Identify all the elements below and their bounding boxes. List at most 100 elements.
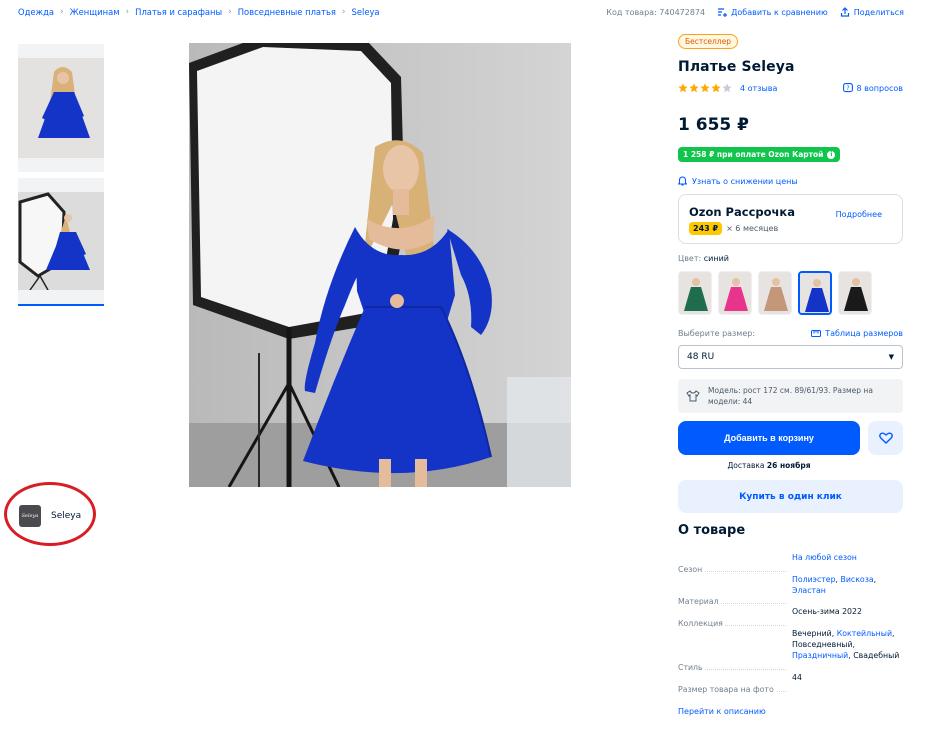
spec-value-line: Осень-зима 2022 — [792, 606, 903, 617]
spec-value-link[interactable]: На любой сезон — [792, 553, 857, 562]
questions-link[interactable]: ? 8 вопросов — [842, 83, 903, 93]
color-value: синий — [703, 254, 729, 263]
installments-more-link[interactable]: Подробнее — [836, 210, 882, 219]
bell-icon — [678, 176, 687, 186]
chevron-right-icon: › — [341, 7, 346, 17]
spec-key-label: Материал — [678, 597, 721, 606]
spec-value: Вечерний, Коктейльный, Повседневный, Празд… — [792, 628, 903, 672]
size-selected-value: 48 RU — [687, 352, 715, 362]
spec-value: На любой сезон — [792, 552, 903, 574]
thumbnail-list — [18, 44, 104, 312]
compare-icon — [718, 8, 728, 17]
star-icon — [700, 83, 710, 93]
breadcrumb: Одежда › Женщинам › Платья и сарафаны › … — [18, 7, 380, 17]
model-note-line-2: модели: 44 — [708, 397, 753, 406]
spec-value: Осень-зима 2022 — [792, 606, 903, 628]
color-swatches — [678, 271, 903, 315]
breadcrumb-item[interactable]: Seleya — [352, 7, 380, 17]
size-label: Выберите размер: — [678, 329, 756, 338]
thumbnail-photo — [18, 58, 104, 158]
svg-text:?: ? — [846, 85, 849, 92]
installment-term: × 6 месяцев — [726, 224, 779, 233]
spec-value-line: Полиэстер, Вискоза, — [792, 574, 903, 585]
spec-key: Размер товара на фото — [678, 672, 792, 694]
color-swatch[interactable] — [838, 271, 872, 315]
color-label-prefix: Цвет: — [678, 254, 702, 263]
model-size-note: Модель: рост 172 см. 89/61/93. Размер на… — [678, 379, 903, 413]
spec-key: Стиль — [678, 628, 792, 672]
heart-icon — [878, 432, 893, 444]
color-label: Цвет: синий — [678, 254, 903, 263]
caret-down-icon: ▼ — [888, 353, 894, 361]
compare-button[interactable]: Добавить к сравнению — [717, 7, 828, 17]
spec-key-label: Сезон — [678, 565, 705, 574]
specs-list: Сезон На любой сезон Материал Полиэстер, Ви… — [678, 552, 903, 694]
color-swatch[interactable] — [798, 271, 832, 315]
size-chart-label: Таблица размеров — [825, 329, 903, 338]
rating-stars[interactable] — [678, 83, 732, 93]
spec-value-text: Вечерний, — [792, 629, 837, 638]
spec-value-text: , — [873, 575, 877, 584]
spec-value-text: , — [892, 629, 895, 638]
delivery-info: Доставка 26 ноября — [678, 461, 860, 470]
color-swatch[interactable] — [718, 271, 752, 315]
spec-row: Материал Полиэстер, Вискоза, Эластан — [678, 574, 903, 606]
favorite-button[interactable] — [868, 421, 903, 455]
tshirt-icon — [686, 390, 700, 402]
thumbnail-1[interactable] — [18, 44, 104, 172]
seller-link[interactable]: Seleya Seleya — [14, 495, 96, 537]
installment-amount: 243 ₽ — [689, 222, 723, 235]
color-swatch[interactable] — [758, 271, 792, 315]
main-product-photo[interactable] — [189, 43, 571, 487]
breadcrumb-item[interactable]: Одежда — [18, 7, 54, 17]
spec-value-line: Эластан — [792, 585, 903, 596]
color-swatch[interactable] — [678, 271, 712, 315]
spec-value-link[interactable]: Эластан — [792, 586, 826, 595]
breadcrumb-item[interactable]: Повседневные платья — [238, 7, 336, 17]
rating-row: 4 отзыва ? 8 вопросов — [678, 83, 903, 93]
go-to-description-link[interactable]: Перейти к описанию — [678, 707, 903, 716]
spec-key-label: Размер товара на фото — [678, 685, 776, 694]
size-chart-link[interactable]: Таблица размеров — [811, 329, 903, 338]
spec-value-text: , Свадебный — [848, 651, 900, 660]
add-to-cart-button[interactable]: Добавить в корзину — [678, 421, 860, 455]
bestseller-badge: Бестселлер — [678, 34, 738, 49]
thumbnail-photo — [18, 192, 104, 290]
delivery-date: 26 ноября — [766, 461, 811, 470]
top-bar: Одежда › Женщинам › Платья и сарафаны › … — [18, 5, 904, 19]
spec-value-text: 44 — [792, 673, 802, 682]
spec-row: Сезон На любой сезон — [678, 552, 903, 574]
star-icon — [689, 83, 699, 93]
breadcrumb-item[interactable]: Женщинам — [70, 7, 120, 17]
spec-value-text: Повседневный, — [792, 640, 855, 649]
price-alert-link[interactable]: Узнать о снижении цены — [678, 176, 903, 186]
ozon-card-price[interactable]: 1 258 ₽ при оплате Ozon Картой i — [678, 147, 841, 162]
spec-value-line: Праздничный, Свадебный — [792, 650, 903, 661]
product-title: Платье Seleya — [678, 59, 795, 75]
spec-value-link[interactable]: Коктейльный — [837, 629, 892, 638]
top-actions: Код товара: 740472874 Добавить к сравнен… — [606, 7, 904, 17]
installments-row: 243 ₽ × 6 месяцев — [689, 222, 892, 235]
compare-label: Добавить к сравнению — [731, 7, 828, 17]
thumbnail-2[interactable] — [18, 178, 104, 306]
spec-value-line: Повседневный, — [792, 639, 903, 650]
buy-one-click-button[interactable]: Купить в один клик — [678, 480, 903, 513]
share-button[interactable]: Поделиться — [840, 7, 904, 17]
size-select[interactable]: 48 RU ▼ — [678, 345, 903, 369]
spec-value: 44 — [792, 672, 903, 694]
spec-key: Материал — [678, 574, 792, 606]
info-icon: i — [827, 150, 836, 159]
spec-key-label: Коллекция — [678, 619, 725, 628]
spec-value-line: 44 — [792, 672, 903, 683]
installments-card[interactable]: Ozon Рассрочка 243 ₽ × 6 месяцев Подробн… — [678, 194, 903, 244]
questions-label: 8 вопросов — [856, 83, 903, 93]
reviews-link[interactable]: 4 отзыва — [740, 84, 777, 93]
star-icon — [711, 83, 721, 93]
breadcrumb-item[interactable]: Платья и сарафаны — [135, 7, 222, 17]
spec-value-link[interactable]: Вискоза — [841, 575, 874, 584]
spec-value-link[interactable]: Праздничный — [792, 651, 848, 660]
sku-label: Код товара: 740472874 — [606, 7, 706, 17]
ruler-icon — [811, 330, 822, 337]
spec-value-link[interactable]: Полиэстер — [792, 575, 836, 584]
spec-value-line: Вечерний, Коктейльный, — [792, 628, 903, 639]
